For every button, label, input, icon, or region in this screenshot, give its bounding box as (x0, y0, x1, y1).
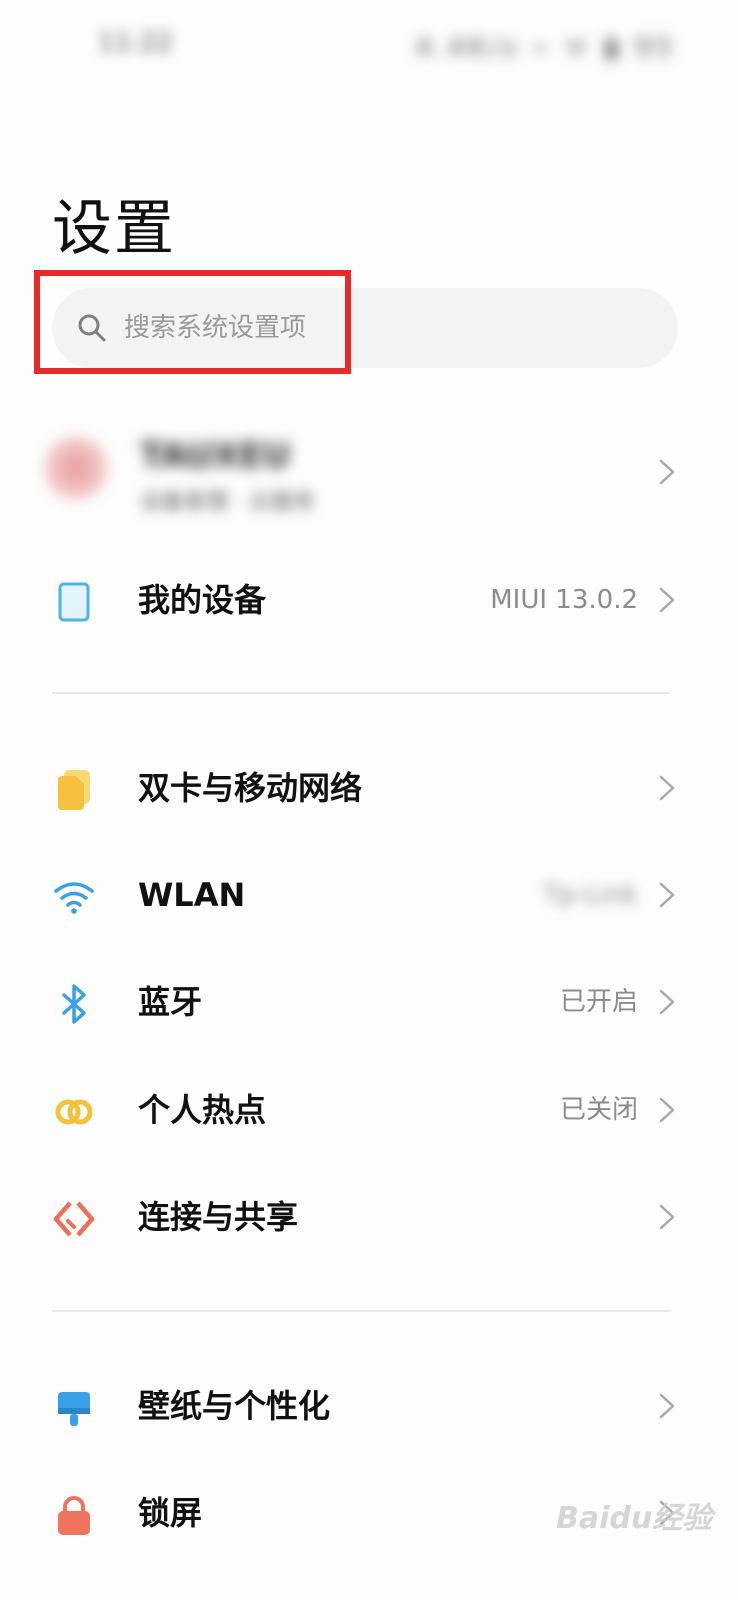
avatar (44, 436, 108, 500)
row-value: Tp-Link (542, 880, 638, 910)
row-value: MIUI 13.0.2 (490, 585, 638, 615)
row-label: 双卡与移动网络 (138, 769, 363, 807)
chevron-right-icon (659, 587, 675, 613)
settings-row-connection-share[interactable]: 连接与共享 (0, 1167, 738, 1267)
wifi-icon (54, 882, 94, 914)
settings-row-wlan[interactable]: WLAN Tp-Link (0, 845, 738, 945)
settings-row-my-device[interactable]: 我的设备 MIUI 13.0.2 (0, 550, 738, 650)
row-value: 已开启 (559, 987, 638, 1017)
sim-card-icon (58, 770, 90, 810)
tablet-icon (58, 582, 90, 622)
baidu-watermark: Baidu经验 (556, 1501, 713, 1536)
chevron-right-icon (659, 1097, 675, 1123)
account-row[interactable]: TAUXEU 设备管理 · 云服务 (0, 418, 738, 528)
chevron-right-icon (659, 989, 675, 1015)
brush-icon (58, 1392, 90, 1426)
row-label: 个人热点 (138, 1091, 267, 1129)
row-label: 壁纸与个性化 (138, 1387, 331, 1425)
settings-row-wallpaper[interactable]: 壁纸与个性化 (0, 1356, 738, 1456)
chevron-right-icon (659, 1204, 675, 1230)
status-bar: 11:22 4.4K/s ⌁ ᯤ ▮ 95 (0, 0, 738, 90)
settings-row-hotspot[interactable]: 个人热点 已关闭 (0, 1060, 738, 1160)
status-icons: 4.4K/s ⌁ ᯤ ▮ 95 (415, 33, 676, 63)
share-icon (53, 1201, 95, 1237)
status-time: 11:22 (98, 28, 173, 58)
row-label: 我的设备 (138, 581, 267, 619)
divider (52, 1310, 670, 1312)
account-subtitle: 设备管理 · 云服务 (140, 490, 315, 515)
settings-row-bluetooth[interactable]: 蓝牙 已开启 (0, 952, 738, 1052)
account-name: TAUXEU (140, 436, 291, 476)
chevron-right-icon (659, 459, 675, 485)
page-title: 设置 (52, 194, 176, 264)
settings-row-dual-sim[interactable]: 双卡与移动网络 (0, 738, 738, 838)
chevron-right-icon (659, 882, 675, 908)
bluetooth-icon (62, 984, 86, 1024)
chevron-right-icon (659, 775, 675, 801)
lock-icon (58, 1496, 90, 1535)
settings-screen: 11:22 4.4K/s ⌁ ᯤ ▮ 95 设置 搜索系统设置项 TAUXEU … (0, 0, 738, 1600)
row-label: 连接与共享 (138, 1198, 299, 1236)
row-label: 蓝牙 (138, 983, 203, 1021)
highlight-box (34, 270, 351, 374)
row-label: 锁屏 (138, 1494, 203, 1532)
row-value: 已关闭 (559, 1095, 638, 1125)
divider (52, 692, 670, 694)
hotspot-icon (55, 1099, 93, 1125)
row-label: WLAN (138, 876, 246, 914)
chevron-right-icon (659, 1393, 675, 1419)
